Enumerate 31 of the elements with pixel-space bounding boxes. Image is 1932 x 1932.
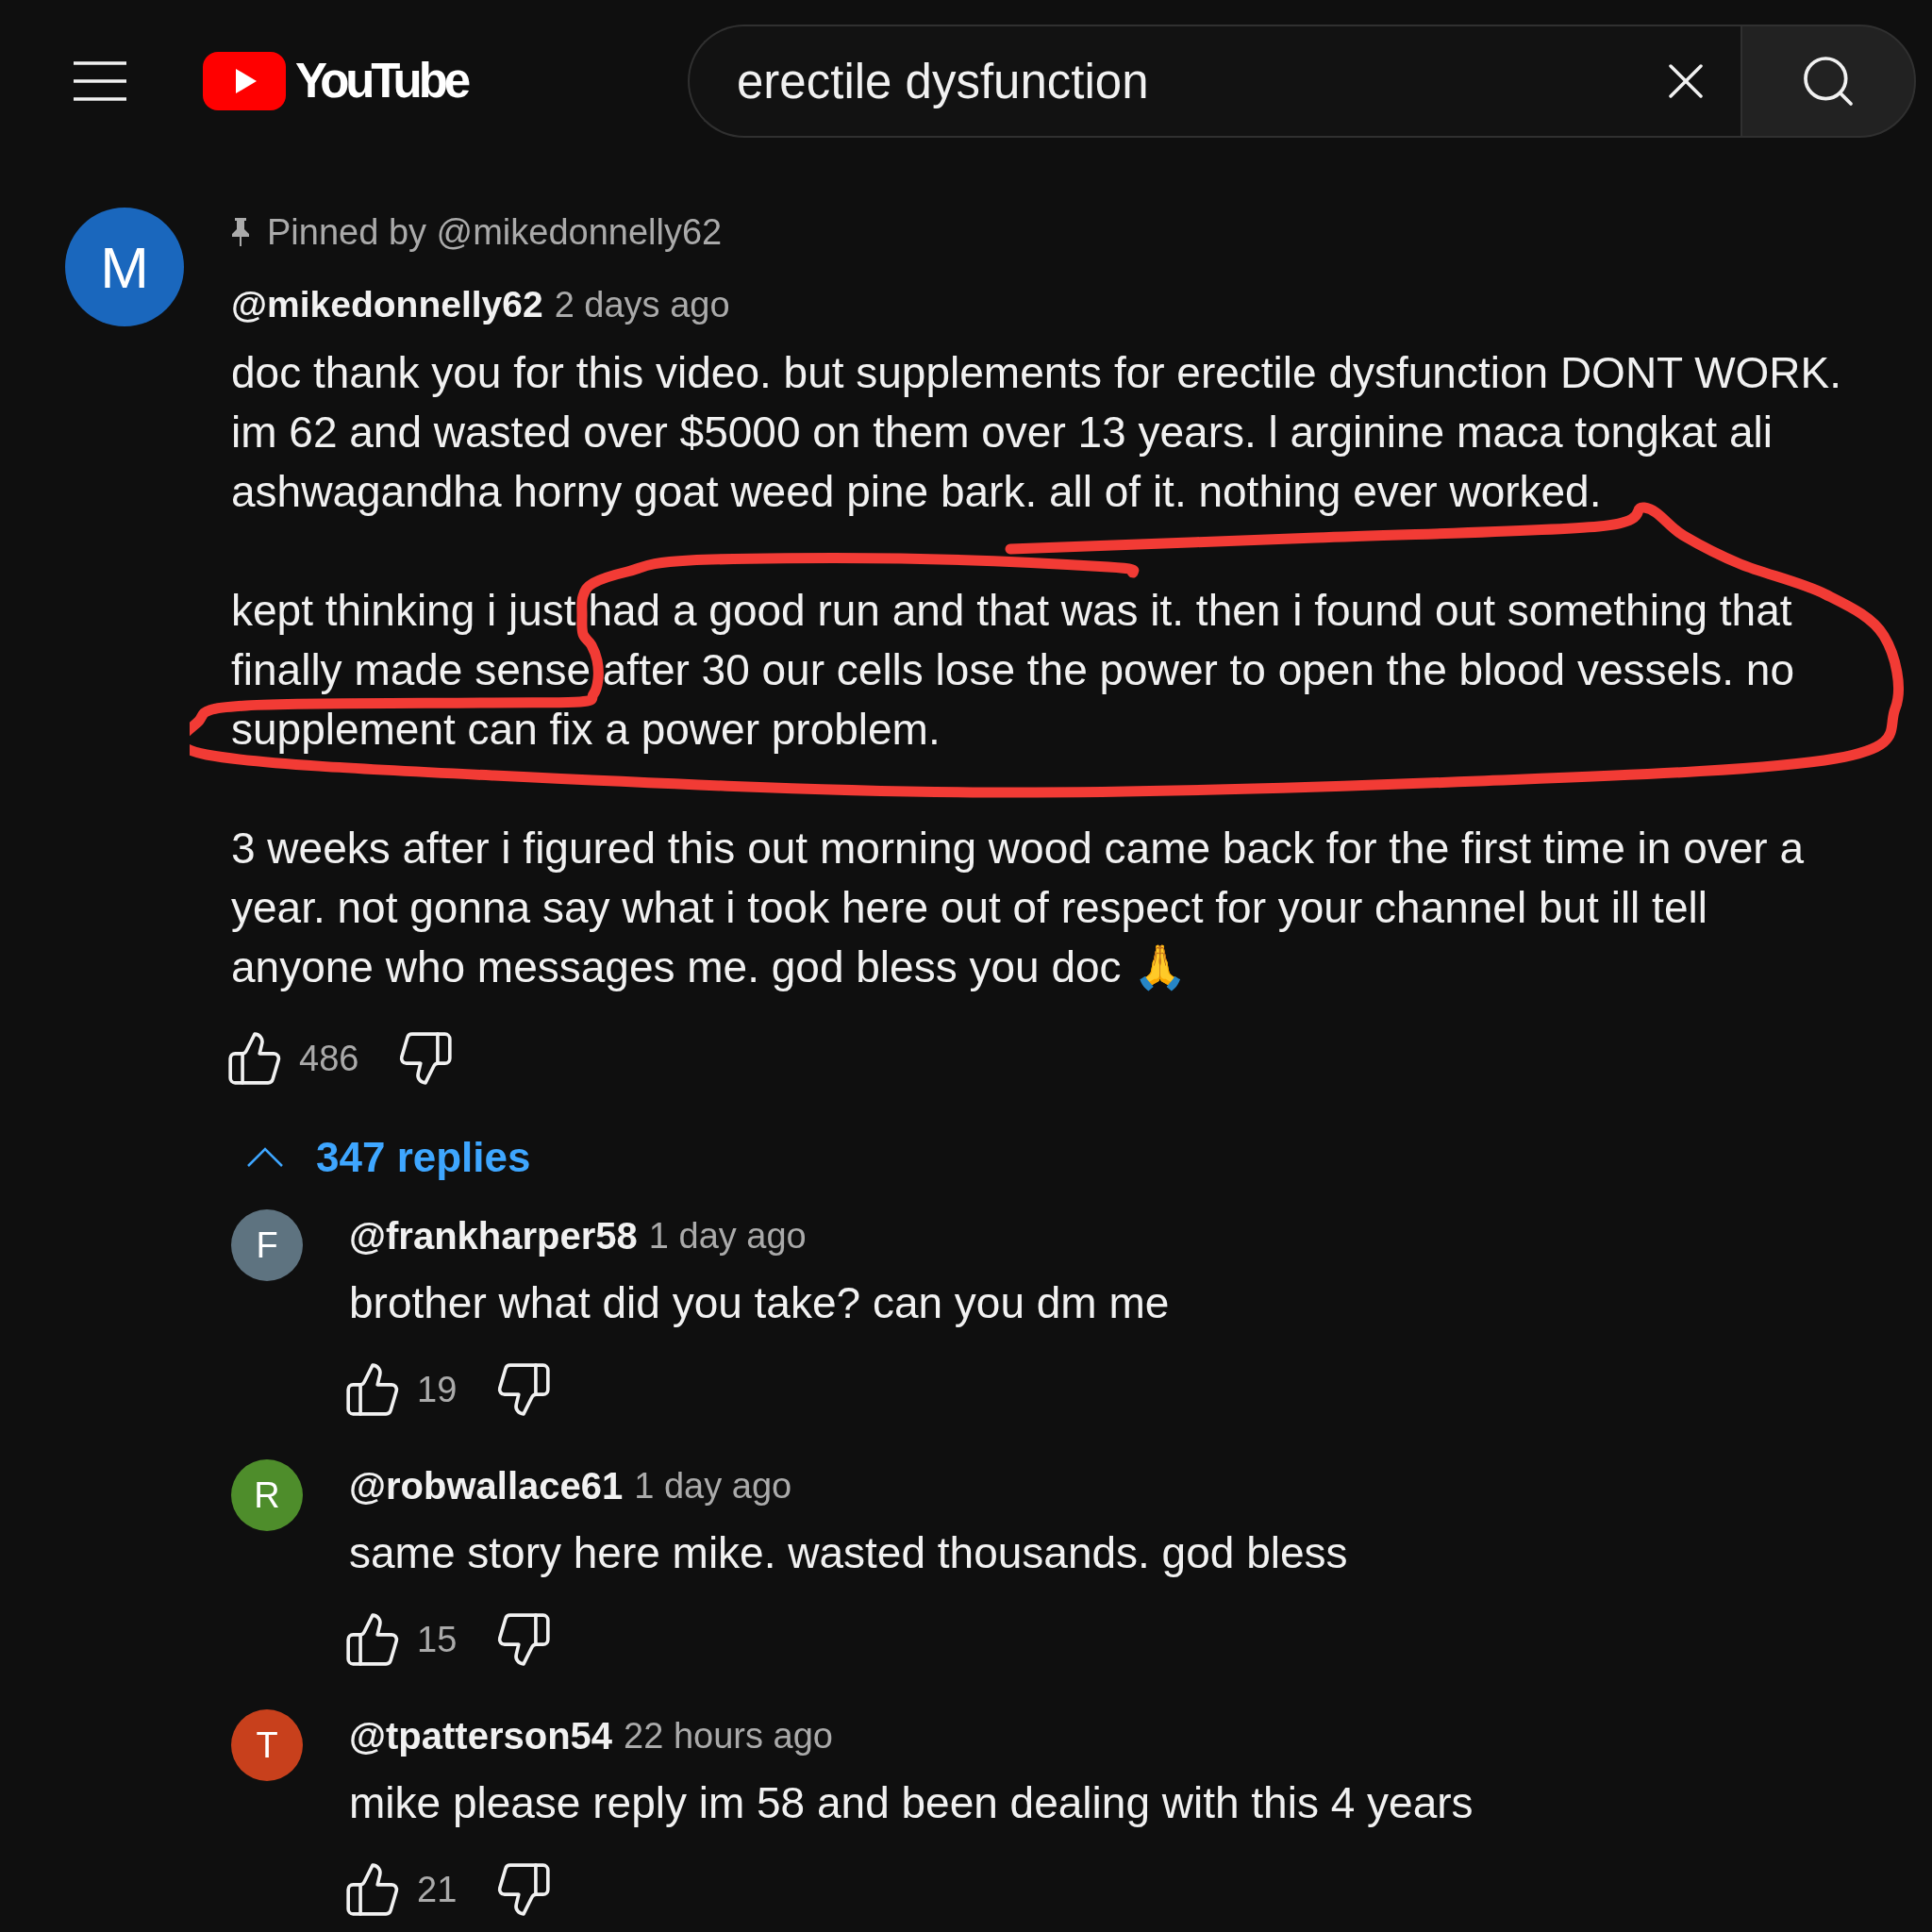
- reply-author[interactable]: @robwallace61: [349, 1457, 624, 1514]
- avatar: T: [231, 1709, 303, 1781]
- like-count: 15: [417, 1619, 458, 1661]
- pinned-label: Pinned by @mikedonnelly62: [267, 210, 723, 254]
- reply-text: same story here mike. wasted thousands. god bless: [349, 1527, 1348, 1579]
- replies-toggle[interactable]: 347 replies: [246, 1126, 531, 1189]
- menu-icon: [74, 61, 126, 101]
- play-logo-icon: [203, 52, 286, 110]
- comment-paragraph: doc thank you for this video. but supplements for erectile dysfunction DONT WORK. im 62 and wasted over $5000 on them over 13 years. l arginine maca tongkat ali ashwagandha horny goat weed pine bark. all of it. nothing ever worked.: [231, 347, 1843, 518]
- reply-author[interactable]: @tpatterson54: [349, 1707, 613, 1764]
- reply-time: 22 hours ago: [624, 1714, 833, 1757]
- comment-paragraph: kept thinking i just had a good run and that was it. then i found out something that finally made sense after 30 our cells lose the power to open the blood vessels. no supplement can fix a power problem.: [231, 585, 1795, 756]
- like-count: 21: [417, 1869, 458, 1911]
- logo-link[interactable]: YouTube: [203, 52, 467, 110]
- reply-text: brother what did you take? can you dm me: [349, 1277, 1170, 1329]
- avatar: R: [231, 1459, 303, 1531]
- search-field[interactable]: erectile dysfunction: [688, 25, 1740, 138]
- reply-time: 1 day ago: [648, 1214, 807, 1257]
- reply-time: 1 day ago: [634, 1464, 792, 1507]
- menu-button[interactable]: [74, 61, 126, 101]
- reply-text: mike please reply im 58 and been dealing with this 4 years: [349, 1777, 1474, 1829]
- comment-time: 2 days ago: [554, 283, 730, 326]
- pin-icon: [231, 217, 250, 247]
- search-button[interactable]: [1740, 25, 1916, 138]
- avatar: M: [65, 208, 184, 326]
- reply-author[interactable]: @frankharper58: [349, 1208, 638, 1264]
- like-count: 19: [417, 1369, 458, 1411]
- comment-author[interactable]: @mikedonnelly62: [231, 276, 543, 333]
- comment-paragraph: 3 weeks after i figured this out morning wood came back for the first time in over a year. not gonna say what i took here out of respect for your channel but ill tell anyone who messages me. god bless you doc 🙏: [231, 823, 1805, 993]
- avatar: F: [231, 1209, 303, 1281]
- like-count: 486: [299, 1038, 359, 1080]
